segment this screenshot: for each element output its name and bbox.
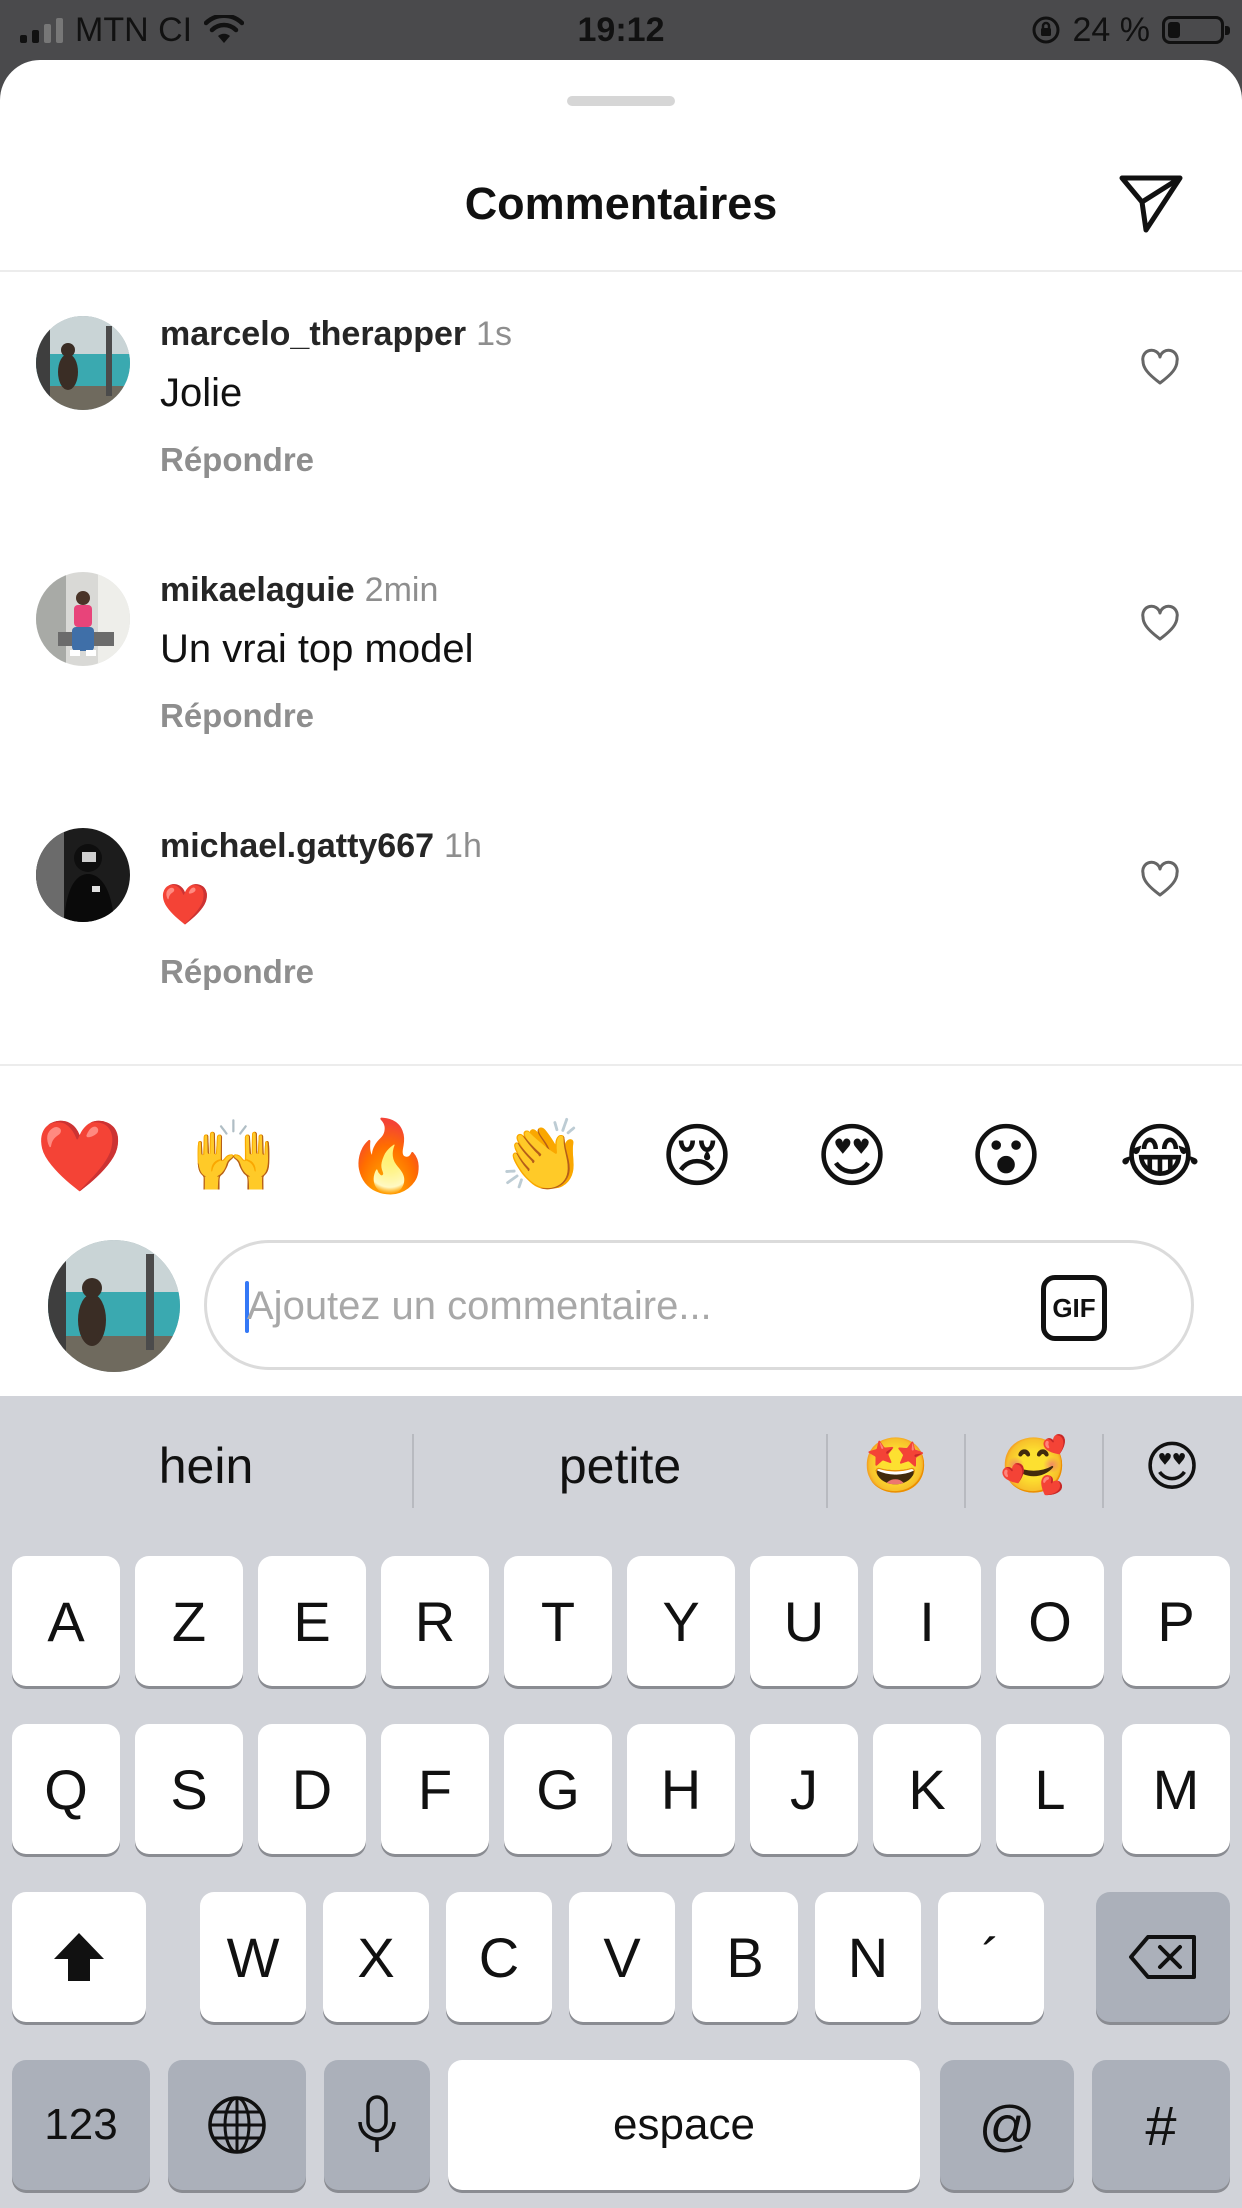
- key-o[interactable]: O: [996, 1556, 1104, 1686]
- key-s[interactable]: S: [135, 1724, 243, 1854]
- comment-text: Un vrai top model: [160, 627, 474, 671]
- battery-percent: 24 %: [1072, 11, 1151, 49]
- key-y[interactable]: Y: [627, 1556, 735, 1686]
- battery-icon: [1162, 16, 1230, 44]
- space-key[interactable]: espace: [448, 2060, 920, 2190]
- key-z[interactable]: Z: [135, 1556, 243, 1686]
- key-v[interactable]: V: [569, 1892, 675, 2022]
- key-j[interactable]: J: [750, 1724, 858, 1854]
- suggestion-emoji[interactable]: 🥰: [966, 1416, 1102, 1516]
- avatar[interactable]: [36, 828, 130, 922]
- key-f[interactable]: F: [381, 1724, 489, 1854]
- reply-button[interactable]: Répondre: [160, 438, 314, 482]
- suggestion-word[interactable]: hein: [0, 1416, 412, 1516]
- comments-sheet: Commentaires marcelo_therapper 1s Jolie R…: [0, 60, 1242, 1396]
- key-u[interactable]: U: [750, 1556, 858, 1686]
- orientation-lock-icon: [1032, 16, 1059, 44]
- reply-button[interactable]: Répondre: [160, 950, 314, 994]
- key-x[interactable]: X: [323, 1892, 429, 2022]
- emoji-heart-button[interactable]: ❤️: [30, 1106, 130, 1206]
- globe-key[interactable]: [168, 2060, 306, 2190]
- key-g[interactable]: G: [504, 1724, 612, 1854]
- quick-emoji-bar: ❤️ 🙌 🔥 👏 😢 😍 😮 😂: [0, 1106, 1242, 1206]
- keyboard: hein petite 🤩 🥰 😍 A Z E R T Y U I O P Q …: [0, 1396, 1242, 2208]
- shift-icon: [54, 1933, 104, 1981]
- suggestion-emoji[interactable]: 😍: [1104, 1416, 1240, 1516]
- numbers-key[interactable]: 123: [12, 2060, 150, 2190]
- heart-outline-icon[interactable]: [1140, 860, 1180, 900]
- header-divider: [0, 270, 1242, 272]
- comment-item: mikaelaguie 2min Un vrai top model Répond…: [0, 571, 1242, 762]
- status-bar: MTN CI 19:12 24 %: [0, 0, 1242, 60]
- suggestion-emoji[interactable]: 🤩: [828, 1416, 964, 1516]
- key-i[interactable]: I: [873, 1556, 981, 1686]
- heart-outline-icon[interactable]: [1140, 348, 1180, 388]
- comment-header: marcelo_therapper 1s: [160, 312, 512, 356]
- send-icon[interactable]: [1116, 168, 1186, 238]
- globe-icon: [208, 2096, 266, 2154]
- key-acute-accent[interactable]: ´: [938, 1892, 1044, 2022]
- avatar[interactable]: [36, 572, 130, 666]
- sheet-grabber[interactable]: [567, 96, 675, 106]
- emoji-laughing-button[interactable]: 😂: [1110, 1106, 1210, 1206]
- suggestion-bar: hein petite 🤩 🥰 😍: [0, 1396, 1242, 1536]
- at-key[interactable]: @: [940, 2060, 1074, 2190]
- comment-time: 2min: [364, 571, 439, 609]
- key-l[interactable]: L: [996, 1724, 1104, 1854]
- comment-header: mikaelaguie 2min: [160, 568, 438, 612]
- emoji-bar-divider: [0, 1064, 1242, 1066]
- key-w[interactable]: W: [200, 1892, 306, 2022]
- sheet-title: Commentaires: [464, 178, 778, 229]
- comment-time: 1h: [444, 827, 482, 865]
- suggestion-word[interactable]: petite: [414, 1416, 826, 1516]
- avatar[interactable]: [36, 316, 130, 410]
- emoji-crying-button[interactable]: 😢: [647, 1106, 747, 1206]
- key-n[interactable]: N: [815, 1892, 921, 2022]
- battery-level-fill: [1168, 22, 1180, 38]
- comment-input[interactable]: [247, 1273, 1007, 1339]
- comment-item: marcelo_therapper 1s Jolie Répondre: [0, 315, 1242, 506]
- backspace-icon: [1129, 1935, 1196, 1979]
- key-q[interactable]: Q: [12, 1724, 120, 1854]
- comment-text: Jolie: [160, 371, 243, 415]
- emoji-raised-hands-button[interactable]: 🙌: [184, 1106, 284, 1206]
- key-k[interactable]: K: [873, 1724, 981, 1854]
- shift-key[interactable]: [12, 1892, 146, 2022]
- comment-input-container: GIF: [204, 1240, 1194, 1370]
- comment-time: 1s: [476, 315, 513, 353]
- key-b[interactable]: B: [692, 1892, 798, 2022]
- reply-button[interactable]: Répondre: [160, 694, 314, 738]
- key-a[interactable]: A: [12, 1556, 120, 1686]
- microphone-icon: [358, 2095, 396, 2152]
- username[interactable]: marcelo_therapper: [160, 315, 466, 353]
- comment-item: michael.gatty667 1h ❤️ Répondre: [0, 827, 1242, 1018]
- emoji-surprised-button[interactable]: 😮: [956, 1106, 1056, 1206]
- key-t[interactable]: T: [504, 1556, 612, 1686]
- emoji-heart-eyes-button[interactable]: 😍: [802, 1106, 902, 1206]
- emoji-clap-button[interactable]: 👏: [493, 1106, 593, 1206]
- username[interactable]: michael.gatty667: [160, 827, 434, 865]
- key-r[interactable]: R: [381, 1556, 489, 1686]
- heart-outline-icon[interactable]: [1140, 604, 1180, 644]
- current-user-avatar: [48, 1240, 180, 1372]
- username[interactable]: mikaelaguie: [160, 571, 355, 609]
- comment-header: michael.gatty667 1h: [160, 824, 482, 868]
- key-c[interactable]: C: [446, 1892, 552, 2022]
- gif-button[interactable]: GIF: [1041, 1275, 1107, 1341]
- key-m[interactable]: M: [1122, 1724, 1230, 1854]
- key-p[interactable]: P: [1122, 1556, 1230, 1686]
- emoji-fire-button[interactable]: 🔥: [339, 1106, 439, 1206]
- hash-key[interactable]: #: [1092, 2060, 1230, 2190]
- dictation-key[interactable]: [324, 2060, 430, 2190]
- delete-key[interactable]: [1096, 1892, 1230, 2022]
- key-e[interactable]: E: [258, 1556, 366, 1686]
- key-d[interactable]: D: [258, 1724, 366, 1854]
- comment-text: ❤️: [160, 882, 210, 928]
- key-h[interactable]: H: [627, 1724, 735, 1854]
